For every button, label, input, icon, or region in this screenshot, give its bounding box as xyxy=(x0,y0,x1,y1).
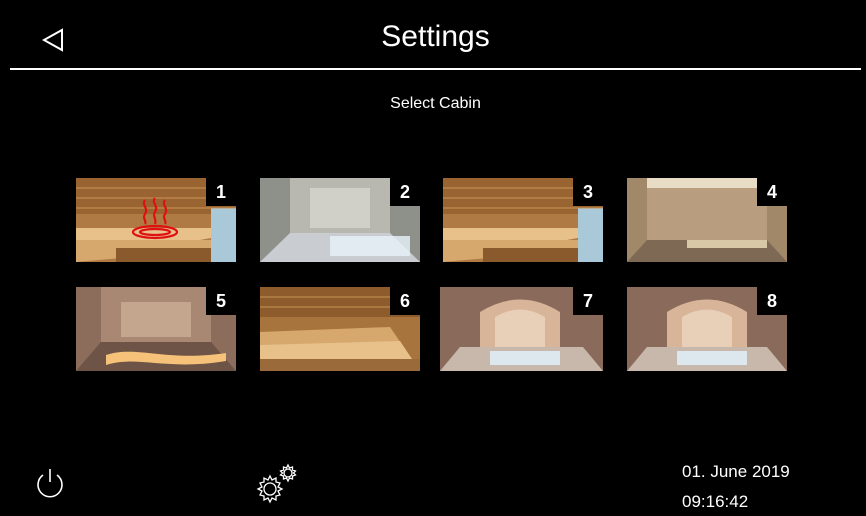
date-display: 01. June 2019 xyxy=(682,462,790,481)
screen: Settings Select Cabin 1 2 3 4 5 6 7 8 01… xyxy=(10,10,861,514)
cabin-number: 4 xyxy=(757,178,787,206)
gears-icon[interactable] xyxy=(253,462,303,504)
cabin-number: 6 xyxy=(390,287,420,315)
power-icon[interactable] xyxy=(32,465,68,501)
cabin-tile-7[interactable]: 7 xyxy=(440,287,603,371)
cabin-tile-6[interactable]: 6 xyxy=(260,287,420,371)
heating-icon xyxy=(131,197,179,240)
cabin-number: 3 xyxy=(573,178,603,206)
cabin-number: 1 xyxy=(206,178,236,206)
cabin-tile-5[interactable]: 5 xyxy=(76,287,236,371)
page-title: Settings xyxy=(381,20,490,53)
cabin-tile-2[interactable]: 2 xyxy=(260,178,420,262)
cabin-number: 5 xyxy=(206,287,236,315)
cabin-number: 2 xyxy=(390,178,420,206)
time-display: 09:16:42 xyxy=(682,492,749,511)
cabin-number: 7 xyxy=(573,287,603,315)
cabin-tile-3[interactable]: 3 xyxy=(443,178,603,262)
cabin-tile-1[interactable]: 1 xyxy=(76,178,236,262)
cabin-tile-8[interactable]: 8 xyxy=(627,287,787,371)
cabin-number: 8 xyxy=(757,287,787,315)
select-cabin-label: Select Cabin xyxy=(390,95,481,112)
cabin-tile-4[interactable]: 4 xyxy=(627,178,787,262)
header-bar: Settings xyxy=(10,10,861,70)
